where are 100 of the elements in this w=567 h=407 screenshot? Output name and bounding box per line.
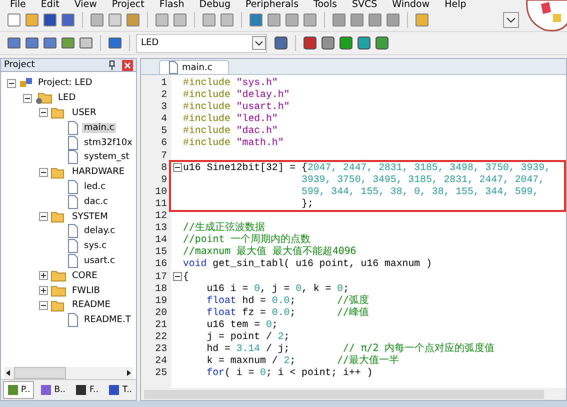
code-line: k = maxnum / 2; //最大值一半 <box>206 355 400 368</box>
document-icon <box>67 313 79 328</box>
line-number: 25 <box>154 367 168 380</box>
menu-item[interactable]: Window <box>392 0 430 9</box>
expand-icon[interactable] <box>39 271 48 280</box>
tree-item[interactable]: README <box>70 300 112 310</box>
line-number: 13 <box>154 222 168 234</box>
collapse-icon[interactable] <box>39 212 48 222</box>
tree-item[interactable]: led.c <box>82 182 108 192</box>
horizontal-scrollbar[interactable] <box>4 367 133 379</box>
tree-item[interactable]: Project: LED <box>36 78 94 88</box>
menu-item[interactable]: Flash <box>159 0 184 9</box>
line-number: 2 <box>160 89 168 102</box>
line-number: 15 <box>154 246 168 258</box>
line-number: 4 <box>160 113 168 126</box>
pin-icon[interactable] <box>108 60 116 70</box>
document-icon <box>67 136 79 150</box>
menu-item[interactable]: Project <box>112 0 144 9</box>
menu-item[interactable]: Peripherals <box>246 0 299 9</box>
tree-item[interactable]: LED <box>56 93 78 104</box>
collapse-icon[interactable] <box>39 300 48 310</box>
code-line: float fz = 0.0; //峰值 <box>206 306 370 319</box>
target-select[interactable]: LED <box>136 34 267 52</box>
tab-icon <box>75 384 88 396</box>
code-line: #include "delay.h" <box>183 89 291 102</box>
line-number: 10 <box>154 186 168 198</box>
code-line: //生成正弦波数据 <box>183 222 266 234</box>
cartoon-drawing <box>523 0 567 34</box>
tree-item[interactable]: sys.c <box>82 241 109 252</box>
code-line: #include "dac.h" <box>183 125 279 138</box>
code-line: void get_sin_tabl( u16 point, u16 maxnum ) <box>183 258 433 270</box>
tree-item[interactable]: main.c <box>82 122 116 133</box>
code-line: //point 一个周期内的点数 <box>183 234 312 246</box>
document-icon <box>168 61 179 74</box>
tree-item[interactable]: CORE <box>70 270 100 281</box>
line-number: 17 <box>154 270 168 283</box>
menu-item[interactable]: Help <box>444 0 466 9</box>
line-number: 5 <box>160 125 168 138</box>
tree-item[interactable]: usart.c <box>82 256 117 266</box>
code-line: #include "math.h" <box>183 137 285 150</box>
line-number: 7 <box>160 150 168 162</box>
document-icon <box>67 180 79 194</box>
panel-tab[interactable]: B.. <box>36 381 70 399</box>
line-number: 12 <box>154 210 168 222</box>
menu-item[interactable]: Edit <box>40 0 60 9</box>
collapse-icon[interactable] <box>23 94 32 103</box>
code-line: hd = 3.14 / j; // π/2 内每一个点对应的弧度值 <box>206 343 496 354</box>
collapse-icon[interactable] <box>39 168 48 177</box>
line-number: 23 <box>154 343 168 356</box>
collapse-icon[interactable] <box>39 108 48 118</box>
line-number: 9 <box>160 174 168 186</box>
menu-item[interactable]: Debug <box>199 0 231 9</box>
menu-item[interactable]: File <box>10 0 26 9</box>
collapse-icon[interactable] <box>7 78 16 88</box>
code-line: 3939, 3750, 3495, 3185, 2831, 2447, 2047, <box>300 174 546 186</box>
tree-item[interactable]: system_st <box>82 152 132 162</box>
tree-item[interactable]: SYSTEM <box>70 212 110 222</box>
code-line: j = point / 2; <box>206 330 291 344</box>
code-line: 599, 344, 155, 38, 0, 38, 155, 344, 599, <box>300 186 540 198</box>
tree-item[interactable]: README.T <box>82 315 133 326</box>
tree-item[interactable]: dac.c <box>82 196 110 207</box>
document-icon <box>67 254 79 268</box>
tab-icon <box>7 384 19 396</box>
line-number: 14 <box>154 234 168 246</box>
code-line: { <box>183 270 190 283</box>
tree-item[interactable]: USER <box>70 108 98 118</box>
line-number: 18 <box>154 282 168 295</box>
document-icon <box>67 120 79 135</box>
menu-item[interactable]: View <box>74 0 97 9</box>
line-number: 20 <box>154 306 168 319</box>
horizontal-scrollbar[interactable] <box>141 388 566 400</box>
line-number: 6 <box>160 137 168 150</box>
folder-gear-icon <box>35 91 53 106</box>
line-number: 3 <box>160 101 168 114</box>
dropdown-icon[interactable] <box>503 12 519 28</box>
tree-item[interactable]: stm32f10x <box>82 138 134 148</box>
menu-item[interactable]: SVCS <box>352 0 378 9</box>
close-icon[interactable] <box>122 60 133 70</box>
tree-item[interactable]: FWLIB <box>70 286 102 296</box>
code-line: }; <box>300 198 314 210</box>
line-number: 24 <box>154 355 168 368</box>
tab-icon <box>108 384 120 396</box>
line-number: 21 <box>154 318 168 331</box>
code-line: for( i = 0; i < point; i++ ) <box>206 367 374 380</box>
tree-item[interactable]: delay.c <box>82 226 118 236</box>
menu-item[interactable]: Tools <box>314 0 337 9</box>
file-tab[interactable]: main.c <box>159 60 230 74</box>
document-icon <box>67 224 79 238</box>
code-line: #include "sys.h" <box>183 77 279 90</box>
collapse-icon[interactable] <box>172 272 182 282</box>
code-line: float hd = 0.0; //弧度 <box>206 294 370 307</box>
document-icon <box>67 194 79 209</box>
panel-tab[interactable]: P.. <box>3 381 34 399</box>
line-number: 19 <box>154 294 168 307</box>
collapse-icon[interactable] <box>172 163 182 172</box>
panel-tab[interactable]: T.. <box>104 381 136 399</box>
code-line: #include "usart.h" <box>183 101 291 114</box>
panel-tab[interactable]: F.. <box>71 381 102 399</box>
expand-icon[interactable] <box>39 286 48 296</box>
tree-item[interactable]: HARDWARE <box>70 167 127 178</box>
